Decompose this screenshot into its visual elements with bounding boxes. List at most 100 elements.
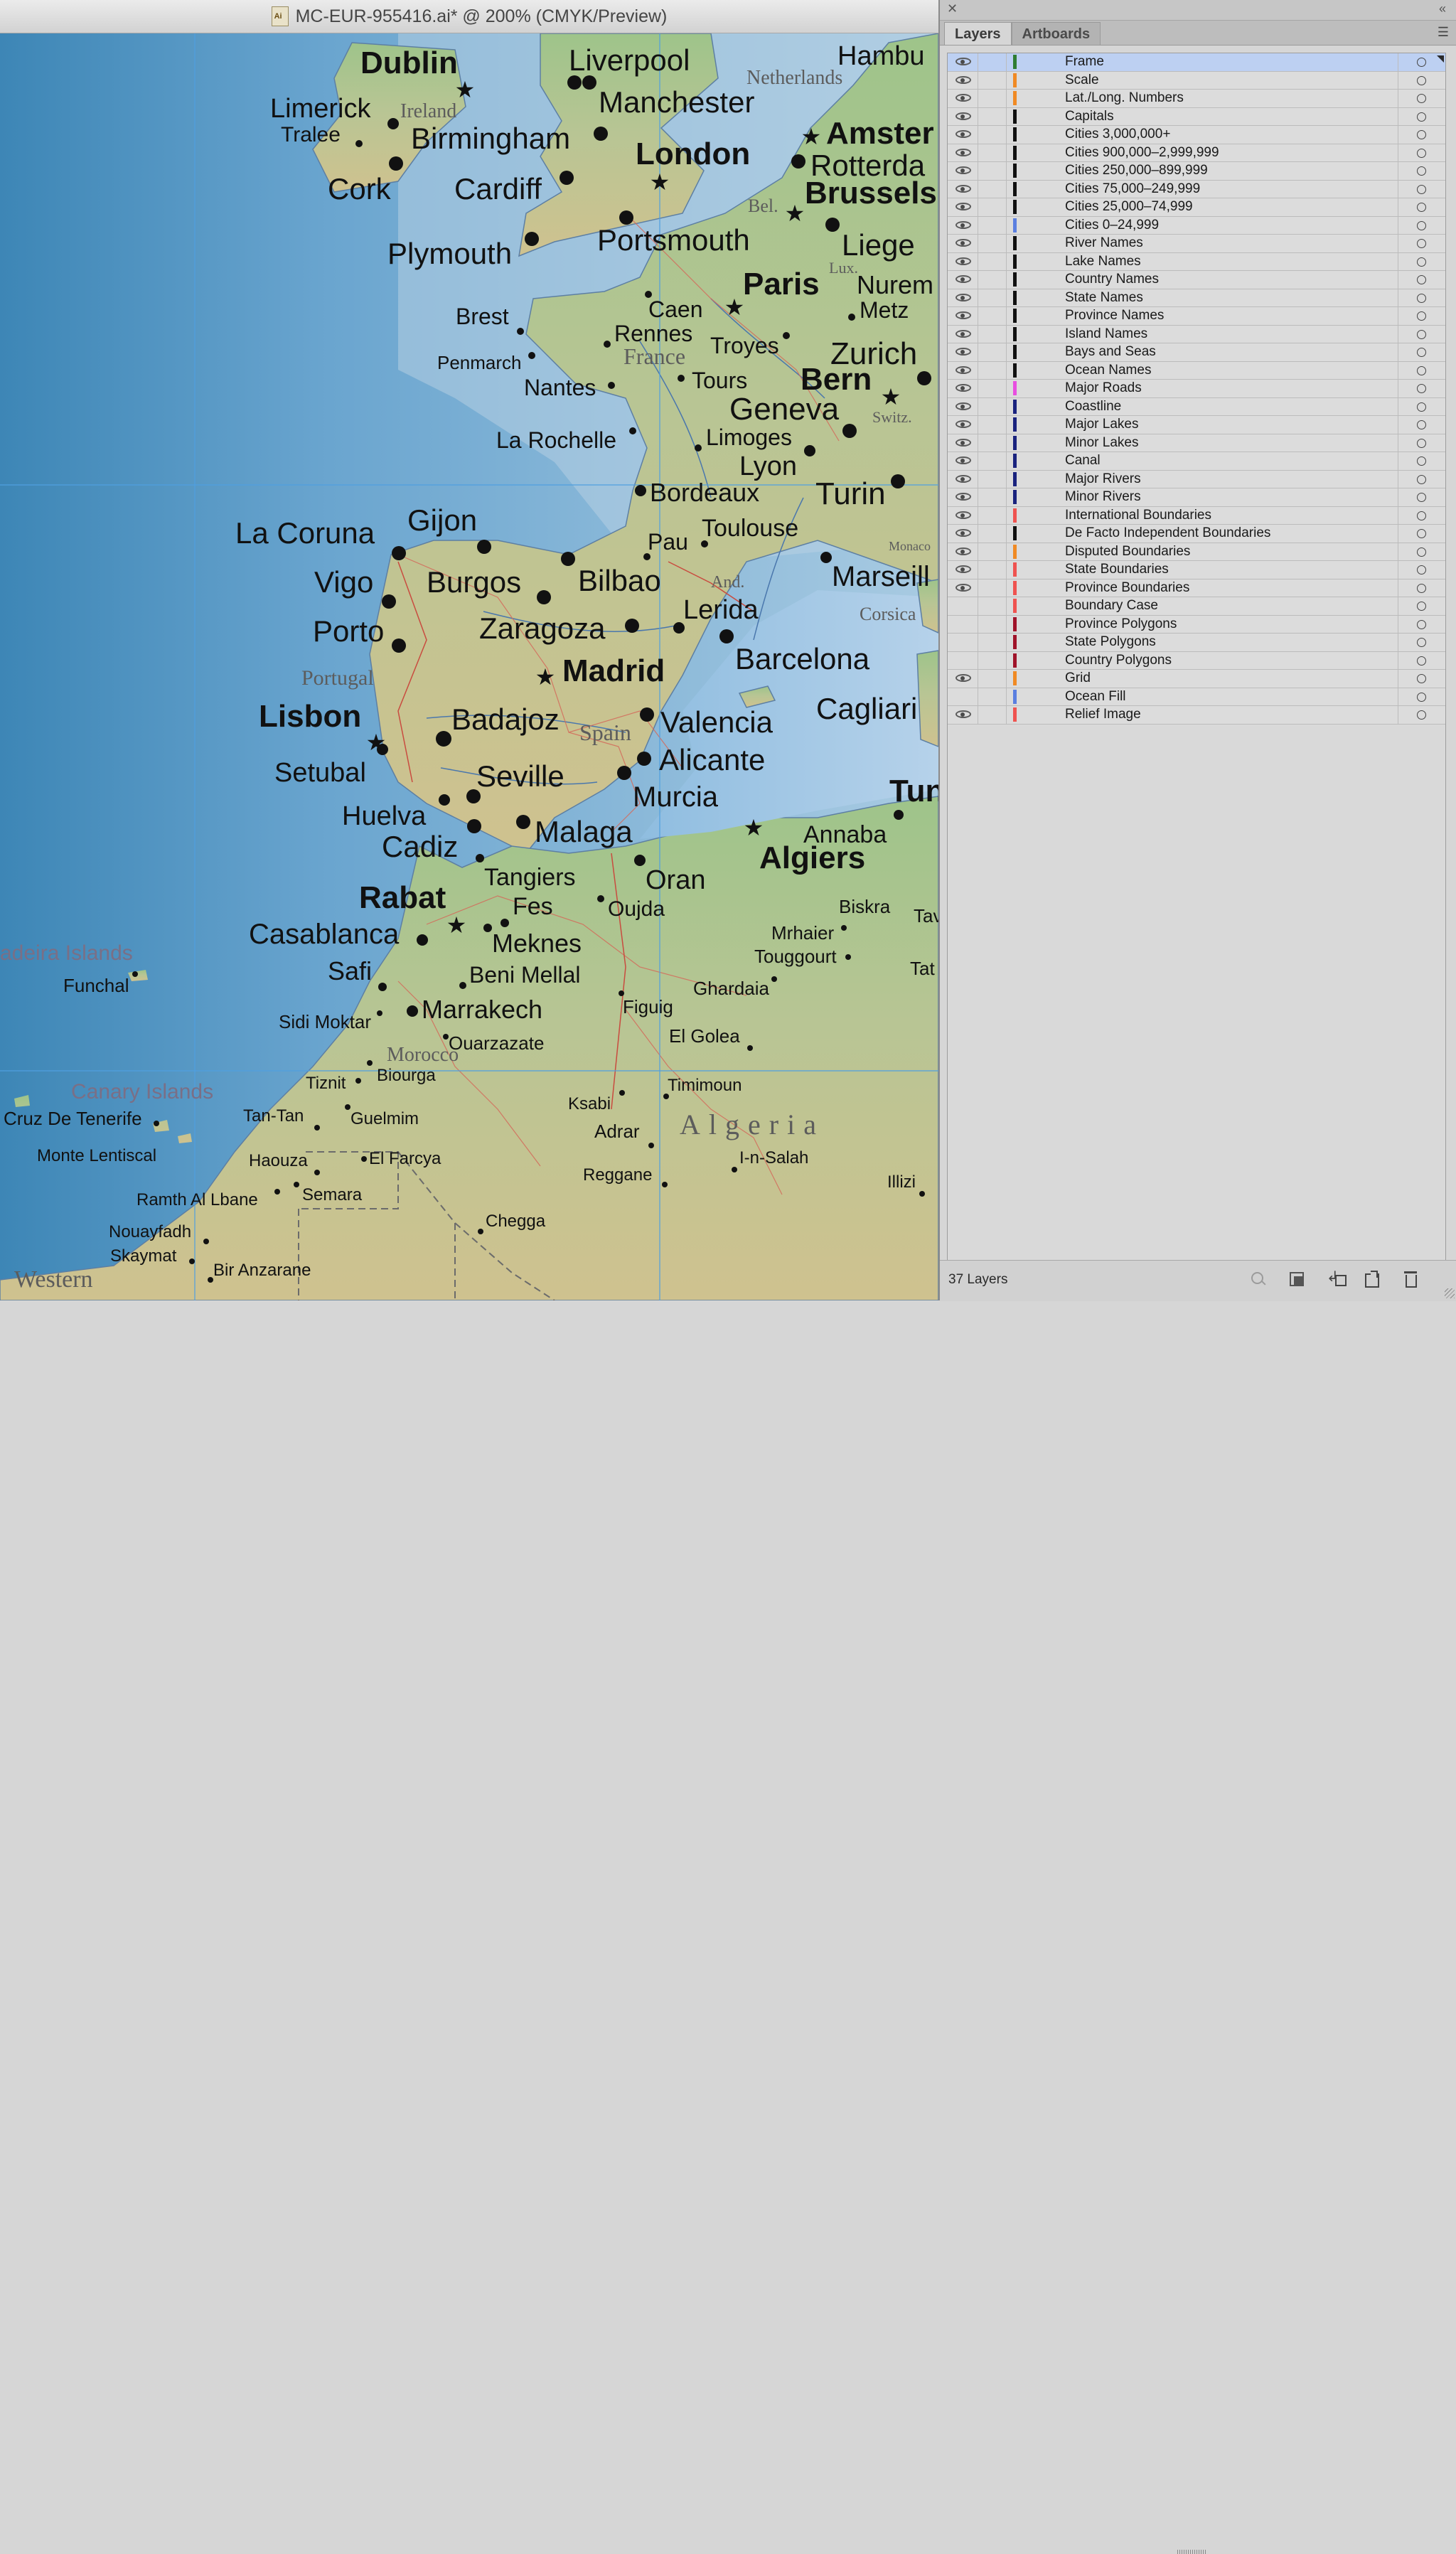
layer-target[interactable] — [1398, 506, 1445, 524]
close-icon[interactable]: ✕ — [947, 1, 958, 16]
layer-name[interactable]: Major Lakes — [1065, 417, 1139, 432]
visibility-toggle[interactable] — [948, 670, 978, 688]
lock-toggle[interactable] — [978, 180, 1007, 198]
lock-toggle[interactable] — [978, 525, 1007, 543]
layer-target[interactable] — [1398, 688, 1445, 705]
visibility-toggle[interactable] — [948, 579, 978, 597]
layer-row[interactable]: Cities 0–24,999 — [948, 216, 1445, 235]
layer-row[interactable]: De Facto Independent Boundaries — [948, 525, 1445, 543]
visibility-toggle[interactable] — [948, 180, 978, 198]
visibility-toggle[interactable] — [948, 216, 978, 234]
lock-toggle[interactable] — [978, 651, 1007, 669]
lock-toggle[interactable] — [978, 71, 1007, 89]
layer-target[interactable] — [1398, 525, 1445, 543]
document-window[interactable]: MC-EUR-955416.ai* @ 200% (CMYK/Preview) — [0, 0, 938, 1300]
visibility-toggle[interactable] — [948, 325, 978, 343]
layer-row[interactable]: Scale — [948, 71, 1445, 90]
layer-row[interactable]: State Polygons — [948, 634, 1445, 652]
layer-row[interactable]: Major Rivers — [948, 470, 1445, 488]
lock-toggle[interactable] — [978, 198, 1007, 216]
visibility-toggle[interactable] — [948, 597, 978, 615]
layer-target[interactable] — [1398, 235, 1445, 252]
lock-toggle[interactable] — [978, 488, 1007, 506]
layer-row[interactable]: Cities 25,000–74,999 — [948, 198, 1445, 217]
lock-toggle[interactable] — [978, 416, 1007, 434]
layer-target[interactable] — [1398, 488, 1445, 506]
visibility-toggle[interactable] — [948, 506, 978, 524]
layer-row[interactable]: Major Lakes — [948, 416, 1445, 434]
visibility-toggle[interactable] — [948, 71, 978, 89]
layer-target[interactable] — [1398, 670, 1445, 688]
layer-name[interactable]: Lake Names — [1065, 254, 1141, 269]
visibility-toggle[interactable] — [948, 53, 978, 71]
visibility-toggle[interactable] — [948, 434, 978, 452]
visibility-toggle[interactable] — [948, 126, 978, 144]
lock-toggle[interactable] — [978, 289, 1007, 306]
locate-object-icon[interactable] — [1250, 1271, 1267, 1288]
layer-name[interactable]: Island Names — [1065, 326, 1147, 342]
layer-target[interactable] — [1398, 706, 1445, 724]
layer-target[interactable] — [1398, 561, 1445, 579]
lock-toggle[interactable] — [978, 216, 1007, 234]
lock-toggle[interactable] — [978, 688, 1007, 705]
lock-toggle[interactable] — [978, 670, 1007, 688]
lock-toggle[interactable] — [978, 597, 1007, 615]
layer-name[interactable]: Province Polygons — [1065, 616, 1177, 632]
lock-toggle[interactable] — [978, 343, 1007, 361]
visibility-toggle[interactable] — [948, 380, 978, 397]
layer-row[interactable]: Cities 250,000–899,999 — [948, 162, 1445, 181]
visibility-toggle[interactable] — [948, 235, 978, 252]
lock-toggle[interactable] — [978, 506, 1007, 524]
collapse-panel-icon[interactable]: « — [1439, 1, 1446, 16]
lock-toggle[interactable] — [978, 543, 1007, 560]
layer-row[interactable]: Minor Rivers — [948, 488, 1445, 507]
layer-target[interactable] — [1398, 198, 1445, 216]
layer-name[interactable]: Cities 75,000–249,999 — [1065, 181, 1200, 197]
visibility-toggle[interactable] — [948, 90, 978, 107]
new-layer-icon[interactable] — [1364, 1271, 1381, 1288]
layer-name[interactable]: Boundary Case — [1065, 598, 1158, 614]
layer-name[interactable]: International Boundaries — [1065, 508, 1211, 523]
lock-toggle[interactable] — [978, 162, 1007, 180]
lock-toggle[interactable] — [978, 252, 1007, 270]
trash-icon[interactable] — [1402, 1271, 1419, 1288]
visibility-toggle[interactable] — [948, 198, 978, 216]
layer-row[interactable]: State Names — [948, 289, 1445, 307]
layer-target[interactable] — [1398, 543, 1445, 560]
layer-target[interactable] — [1398, 615, 1445, 633]
visibility-toggle[interactable] — [948, 416, 978, 434]
layer-name[interactable]: Cities 25,000–74,999 — [1065, 199, 1193, 215]
layer-name[interactable]: Relief Image — [1065, 707, 1141, 722]
visibility-toggle[interactable] — [948, 144, 978, 161]
layer-name[interactable]: State Names — [1065, 290, 1143, 306]
layer-target[interactable] — [1398, 452, 1445, 470]
layer-row[interactable]: Minor Lakes — [948, 434, 1445, 452]
layer-name[interactable]: Province Boundaries — [1065, 580, 1189, 596]
layer-row[interactable]: Disputed Boundaries — [948, 543, 1445, 561]
layer-name[interactable]: Cities 250,000–899,999 — [1065, 163, 1208, 178]
layer-name[interactable]: Ocean Names — [1065, 363, 1151, 378]
layer-name[interactable]: Capitals — [1065, 109, 1114, 124]
layer-target[interactable] — [1398, 361, 1445, 379]
layer-row[interactable]: Country Polygons — [948, 651, 1445, 670]
lock-toggle[interactable] — [978, 706, 1007, 724]
visibility-toggle[interactable] — [948, 107, 978, 125]
layer-name[interactable]: River Names — [1065, 235, 1143, 251]
layer-row[interactable]: Capitals — [948, 107, 1445, 126]
lock-toggle[interactable] — [978, 452, 1007, 470]
tab-layers[interactable]: Layers — [944, 22, 1012, 45]
layer-name[interactable]: State Polygons — [1065, 634, 1156, 650]
lock-toggle[interactable] — [978, 144, 1007, 161]
layer-row[interactable]: Cities 75,000–249,999 — [948, 180, 1445, 198]
layer-row[interactable]: Boundary Case — [948, 597, 1445, 616]
visibility-toggle[interactable] — [948, 543, 978, 560]
layer-row[interactable]: Canal — [948, 452, 1445, 471]
layer-name[interactable]: Ocean Fill — [1065, 689, 1126, 705]
visibility-toggle[interactable] — [948, 307, 978, 325]
visibility-toggle[interactable] — [948, 651, 978, 669]
layer-target[interactable] — [1398, 53, 1445, 71]
visibility-toggle[interactable] — [948, 271, 978, 289]
layer-target[interactable] — [1398, 470, 1445, 488]
layer-target[interactable] — [1398, 216, 1445, 234]
lock-toggle[interactable] — [978, 634, 1007, 651]
